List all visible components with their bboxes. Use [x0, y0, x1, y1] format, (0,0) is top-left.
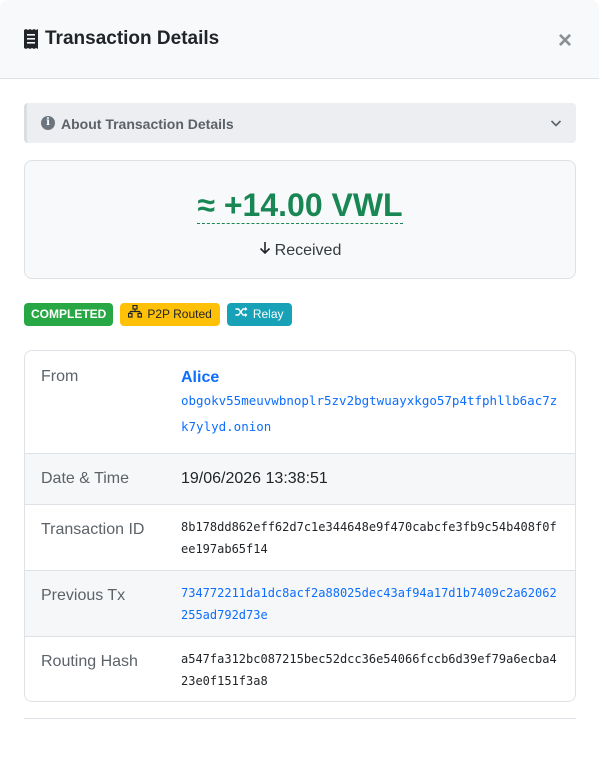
routing-hash-value: a547fa312bc087215bec52dcc36e54066fccb6d3…: [181, 652, 557, 688]
row-txid: Transaction ID 8b178dd862eff62d7c1e34464…: [25, 505, 575, 571]
amount-card: ≈ +14.00 VWL Received: [24, 160, 576, 279]
modal-title-text: Transaction Details: [45, 28, 220, 49]
row-prev-tx: Previous Tx 734772211da1dc8acf2a88025dec…: [25, 571, 575, 637]
relay-badge: Relay: [226, 303, 292, 326]
shuffle-icon: [235, 303, 248, 326]
row-from: From Alice obgokv55meuvwbnoplr5zv2bgtwua…: [25, 351, 575, 454]
txid-label: Transaction ID: [41, 521, 145, 538]
p2p-badge: P2P Routed: [120, 303, 220, 326]
row-routing-hash: Routing Hash a547fa312bc087215bec52dcc36…: [25, 637, 575, 701]
from-name-link[interactable]: Alice: [181, 368, 559, 388]
from-address-link[interactable]: obgokv55meuvwbnoplr5zv2bgtwuayxkgo57p4tf…: [181, 388, 559, 440]
accordion-label: About Transaction Details: [61, 116, 234, 132]
network-icon: [128, 303, 143, 326]
routing-hash-label: Routing Hash: [41, 653, 138, 670]
arrow-down-icon: [259, 241, 271, 260]
prev-tx-link[interactable]: 734772211da1dc8acf2a88025dec43af94a17d1b…: [181, 582, 559, 626]
modal-title: Transaction Details: [23, 28, 219, 50]
modal-header: Transaction Details ×: [0, 0, 599, 79]
direction-label: Received: [25, 241, 575, 260]
datetime-label: Date & Time: [41, 470, 130, 487]
from-value: Alice obgokv55meuvwbnoplr5zv2bgtwuayxkgo…: [181, 368, 559, 440]
details-table: From Alice obgokv55meuvwbnoplr5zv2bgtwua…: [24, 350, 576, 702]
about-accordion-toggle[interactable]: i About Transaction Details: [24, 103, 576, 143]
datetime-value: 19/06/2026 13:38:51: [181, 470, 328, 487]
direction-text: Received: [274, 242, 342, 259]
amount-value: ≈ +14.00 VWL: [197, 187, 403, 224]
info-icon: i: [41, 116, 55, 130]
chevron-down-icon: [550, 120, 562, 127]
row-datetime: Date & Time 19/06/2026 13:38:51: [25, 454, 575, 505]
badge-group: COMPLETED P2P Routed Relay: [24, 303, 292, 326]
txid-value: 8b178dd862eff62d7c1e344648e9f470cabcfe3f…: [181, 520, 557, 556]
from-label: From: [41, 368, 79, 385]
close-button[interactable]: ×: [555, 29, 575, 53]
prev-tx-label: Previous Tx: [41, 587, 126, 604]
status-badge: COMPLETED: [24, 303, 114, 326]
receipt-icon: [23, 29, 39, 49]
footer-divider: [24, 718, 576, 719]
